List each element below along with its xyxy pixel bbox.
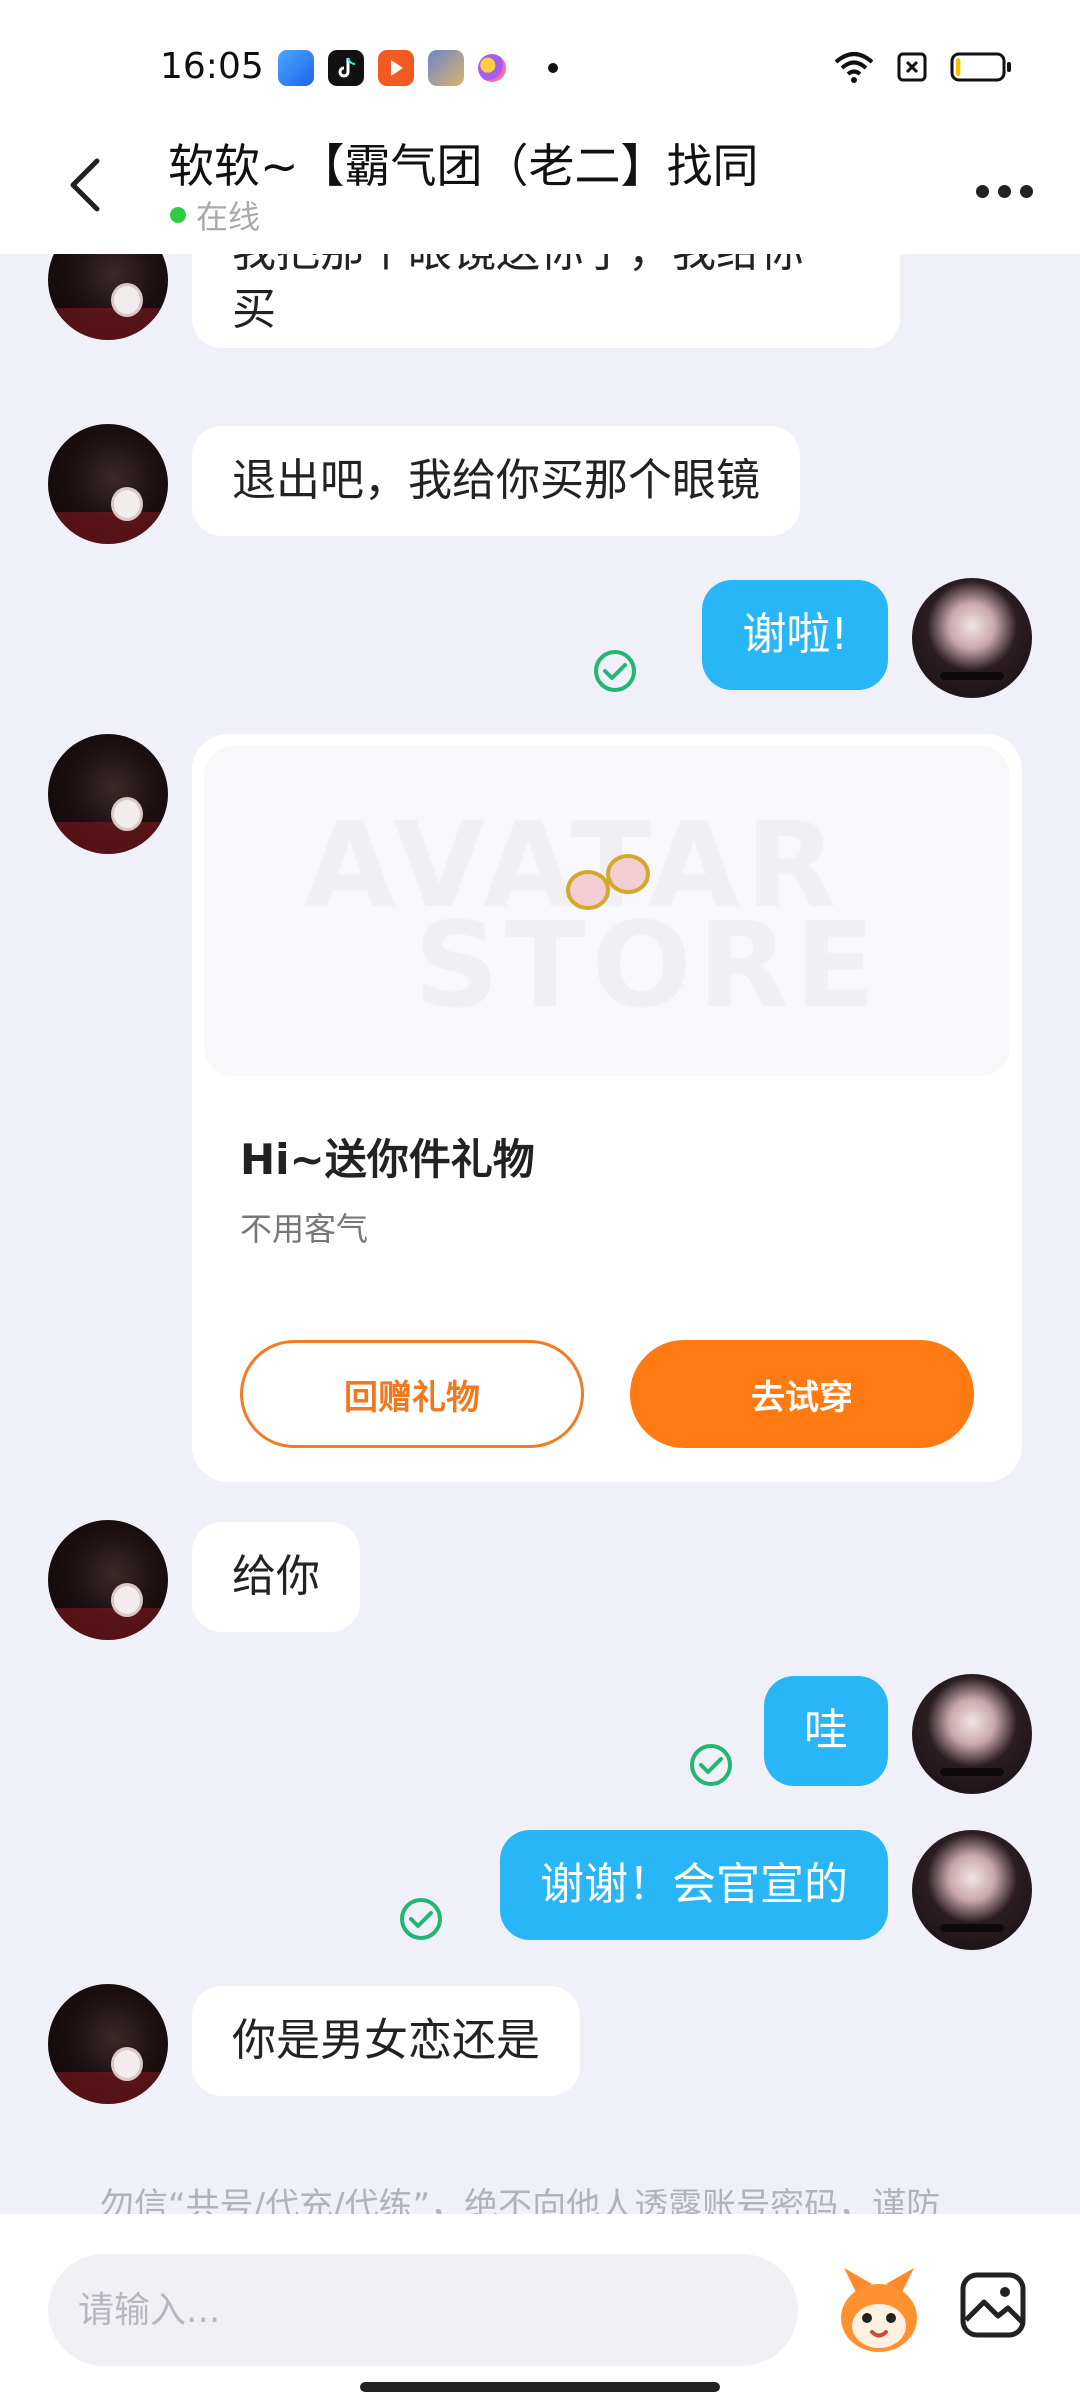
message-bubble[interactable]: 给你: [192, 1522, 360, 1632]
sender-avatar[interactable]: [48, 254, 168, 340]
status-time: 16:05: [160, 46, 264, 87]
online-dot-icon: [170, 207, 186, 223]
read-check-icon: [594, 650, 636, 692]
my-avatar[interactable]: [912, 1830, 1032, 1950]
sender-avatar[interactable]: [48, 1520, 168, 1640]
read-check-icon: [690, 1744, 732, 1786]
gift-card[interactable]: AVATAR STORE Hi~送你件礼物 不用客气 回赠礼物 去试穿: [192, 734, 1022, 1482]
my-avatar[interactable]: [912, 1674, 1032, 1794]
sender-avatar[interactable]: [48, 1984, 168, 2104]
app-notification-icon: [278, 50, 314, 86]
image-picker-button[interactable]: [958, 2270, 1028, 2340]
message-bubble[interactable]: 我把那个眼镜送你了，我给你 买: [192, 254, 900, 348]
gift-title: Hi~送你件礼物: [240, 1135, 535, 1184]
no-sim-icon: [897, 52, 927, 82]
more-dot: [1019, 184, 1033, 198]
my-avatar[interactable]: [912, 578, 1032, 698]
wifi-icon: [834, 52, 874, 83]
online-status-text: 在线: [196, 198, 261, 236]
message-bubble[interactable]: 退出吧，我给你买那个眼镜: [192, 426, 800, 536]
watermark-text: STORE: [414, 896, 882, 1034]
sender-avatar[interactable]: [48, 734, 168, 854]
chat-title: 软软~【霸气团（老二】找同: [168, 139, 759, 193]
chat-header: 软软~【霸气团（老二】找同 在线: [0, 130, 1080, 254]
message-input[interactable]: [48, 2254, 798, 2366]
more-dots-icon: [975, 184, 989, 198]
message-bubble[interactable]: 你是男女恋还是: [192, 1986, 580, 2096]
input-bar: [0, 2214, 1080, 2400]
more-dot: [997, 184, 1011, 198]
message-bubble-me[interactable]: 谢谢！会官宣的: [500, 1830, 888, 1940]
glasses-icon: [566, 854, 650, 910]
message-bubble-me[interactable]: 哇: [764, 1676, 888, 1786]
sender-avatar[interactable]: [48, 424, 168, 544]
back-button[interactable]: [56, 150, 112, 220]
tiktok-icon: [328, 50, 364, 86]
more-notifications-dot: [548, 63, 558, 73]
message-list[interactable]: 我把那个眼镜送你了，我给你 买 退出吧，我给你买那个眼镜 谢啦! AVATAR …: [0, 254, 1080, 2214]
message-text-line: 买: [232, 284, 276, 335]
message-bubble-me[interactable]: 谢啦!: [702, 580, 888, 690]
mascot-emoji-icon: [841, 2268, 917, 2352]
game-app-icon: [428, 50, 464, 86]
emoji-button[interactable]: [834, 2262, 924, 2358]
image-picker-icon: [960, 2272, 1026, 2338]
message-text-line: 我把那个眼镜送你了，我给你: [232, 254, 804, 281]
status-system-icons: [834, 50, 1012, 84]
try-on-button[interactable]: 去试穿: [630, 1340, 974, 1448]
more-options-button[interactable]: [964, 166, 1044, 216]
online-status: 在线: [170, 192, 260, 238]
status-bar: 16:05: [0, 0, 1080, 130]
status-notification-icons: [278, 50, 558, 86]
gift-preview-image[interactable]: AVATAR STORE: [204, 746, 1010, 1076]
home-indicator[interactable]: [360, 2382, 720, 2392]
gift-subtitle: 不用客气: [240, 1210, 369, 1248]
video-app-icon: [378, 50, 414, 86]
battery-icon: [950, 52, 1011, 82]
read-check-icon: [400, 1898, 442, 1940]
return-gift-button[interactable]: 回赠礼物: [240, 1340, 584, 1448]
back-arrow-icon: [70, 158, 100, 212]
colorful-app-icon: [478, 54, 506, 82]
